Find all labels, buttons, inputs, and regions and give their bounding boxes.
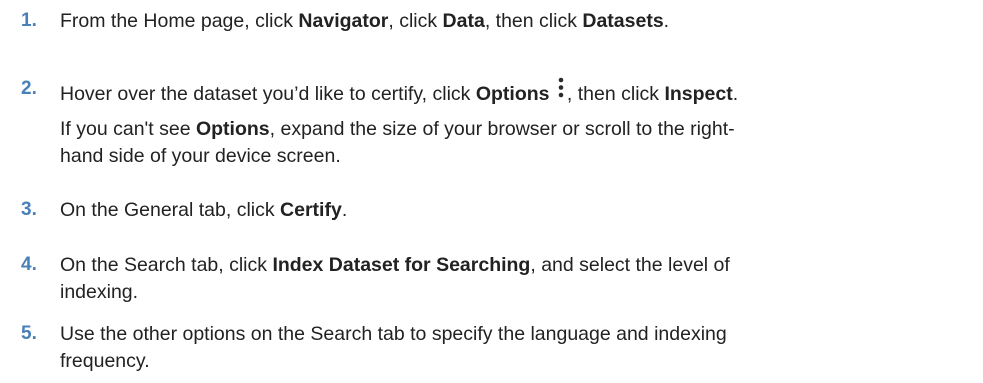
step-number: 5. <box>21 323 37 344</box>
ui-term: Certify <box>280 199 342 221</box>
ui-term: Navigator <box>298 10 389 32</box>
ui-term: Inspect <box>664 83 733 105</box>
text-run: , and select the level of <box>530 254 730 276</box>
text-run: , then click <box>566 83 665 105</box>
step-text: Hover over the dataset you’d like to cer… <box>60 76 975 108</box>
text-run: indexing. <box>60 281 139 303</box>
text-run: Hover over the dataset you’d like to cer… <box>60 83 476 105</box>
ui-term: Data <box>442 10 485 32</box>
text-run: hand side of your device screen. <box>60 145 341 167</box>
text-run: Use the other options on the Search tab … <box>60 323 727 345</box>
step-text: On the Search tab, click Index Dataset f… <box>60 252 975 306</box>
text-run: . <box>341 199 348 221</box>
text-run: . <box>732 83 739 105</box>
text-run: , click <box>388 10 443 32</box>
text-run: On the Search tab, click <box>60 254 273 276</box>
text-run: , then click <box>484 10 583 32</box>
text-run: From the Home page, click <box>60 10 299 32</box>
ui-term: Options <box>195 118 270 140</box>
step-number: 3. <box>21 199 37 220</box>
step-number: 1. <box>21 10 37 31</box>
text-run: If you can't see <box>60 118 196 140</box>
options-kebab-icon <box>555 76 567 102</box>
ui-term: Options <box>475 83 550 105</box>
text-run: . <box>663 10 670 32</box>
step-text: Use the other options on the Search tab … <box>60 321 975 375</box>
text-run: , expand the size of your browser or scr… <box>269 118 735 140</box>
step-text: On the General tab, click Certify. <box>60 197 975 224</box>
ui-term: Index Dataset for Searching <box>272 254 531 276</box>
ui-term: Datasets <box>582 10 664 32</box>
step-number: 2. <box>21 78 37 99</box>
step-text: From the Home page, click Navigator, cli… <box>60 8 975 35</box>
step-note: If you can't see Options, expand the siz… <box>60 116 965 170</box>
step-number: 4. <box>21 254 37 275</box>
text-run: frequency. <box>60 350 150 372</box>
text-run: On the General tab, click <box>60 199 281 221</box>
